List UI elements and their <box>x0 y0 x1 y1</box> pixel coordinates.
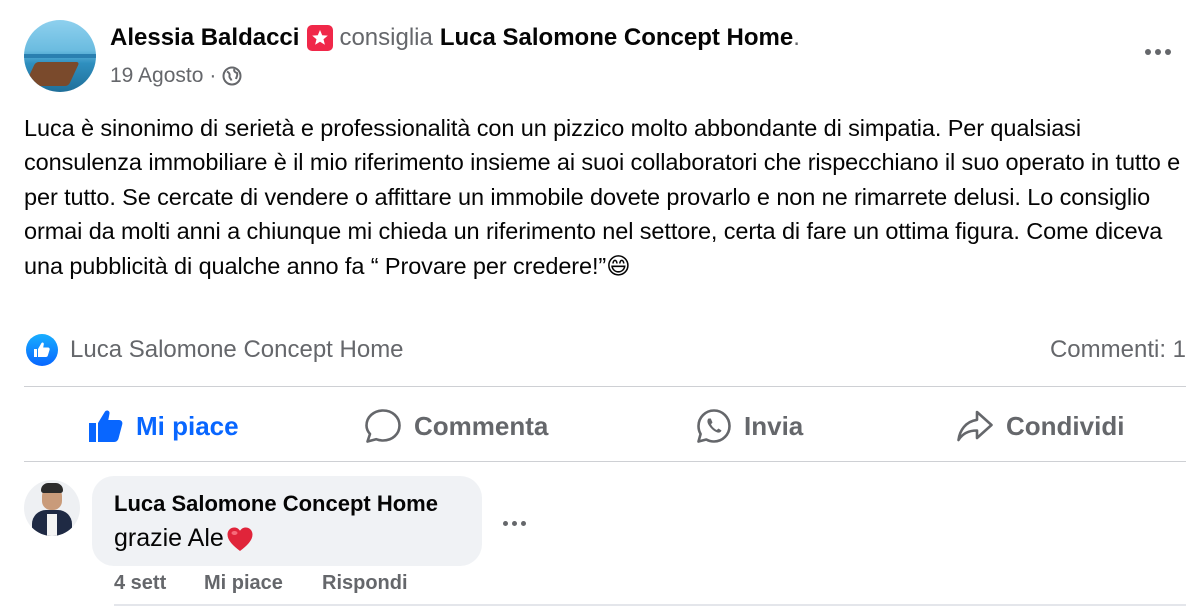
recommend-icon <box>307 25 334 51</box>
like-reaction-icon[interactable] <box>26 334 58 366</box>
post-header: Alessia Baldacci consiglia Luca Salomone… <box>110 24 800 52</box>
like-button[interactable]: Mi piace <box>88 405 239 447</box>
post-meta: 19 Agosto · <box>110 64 242 88</box>
recommend-verb: consiglia <box>339 24 433 51</box>
author-avatar[interactable] <box>24 20 96 92</box>
like-button-label: Mi piace <box>136 410 239 441</box>
globe-icon <box>222 66 242 86</box>
comment-text: grazie Ale <box>114 524 224 552</box>
post-body-text: Luca è sinonimo di serietà e professiona… <box>24 115 1181 279</box>
comment-options-icon[interactable] <box>503 519 531 527</box>
comment-like-link[interactable]: Mi piace <box>204 572 283 595</box>
send-button-label: Invia <box>744 410 804 441</box>
post-options-icon[interactable] <box>1140 40 1176 64</box>
comment-icon <box>365 409 401 443</box>
heart-icon <box>227 527 253 551</box>
comment-button-label: Commenta <box>414 410 549 441</box>
whatsapp-icon <box>697 409 731 443</box>
comment-reply-link[interactable]: Rispondi <box>322 572 408 595</box>
share-button[interactable]: Condividi <box>956 405 1124 447</box>
divider <box>24 461 1186 462</box>
recommended-page-name[interactable]: Luca Salomone Concept Home <box>440 24 793 52</box>
comment-time[interactable]: 4 sett <box>114 572 166 595</box>
comment-author[interactable]: Luca Salomone Concept Home <box>114 491 438 517</box>
commenter-avatar[interactable] <box>24 480 80 536</box>
share-button-label: Condividi <box>1006 410 1125 441</box>
divider <box>114 604 1186 606</box>
divider <box>24 386 1186 387</box>
comment-button[interactable]: Commenta <box>364 405 548 447</box>
trailing-period: . <box>793 24 800 51</box>
share-icon <box>957 410 993 442</box>
meta-separator: · <box>209 64 217 87</box>
author-name[interactable]: Alessia Baldacci <box>110 24 299 52</box>
thumbs-up-icon <box>89 410 123 442</box>
reactors-names[interactable]: Luca Salomone Concept Home <box>70 336 404 364</box>
comment-text-line: grazie Ale <box>114 524 254 553</box>
comments-count[interactable]: Commenti: 1 <box>1050 336 1186 364</box>
post-date[interactable]: 19 Agosto <box>110 64 203 88</box>
send-button[interactable]: Invia <box>696 405 803 447</box>
